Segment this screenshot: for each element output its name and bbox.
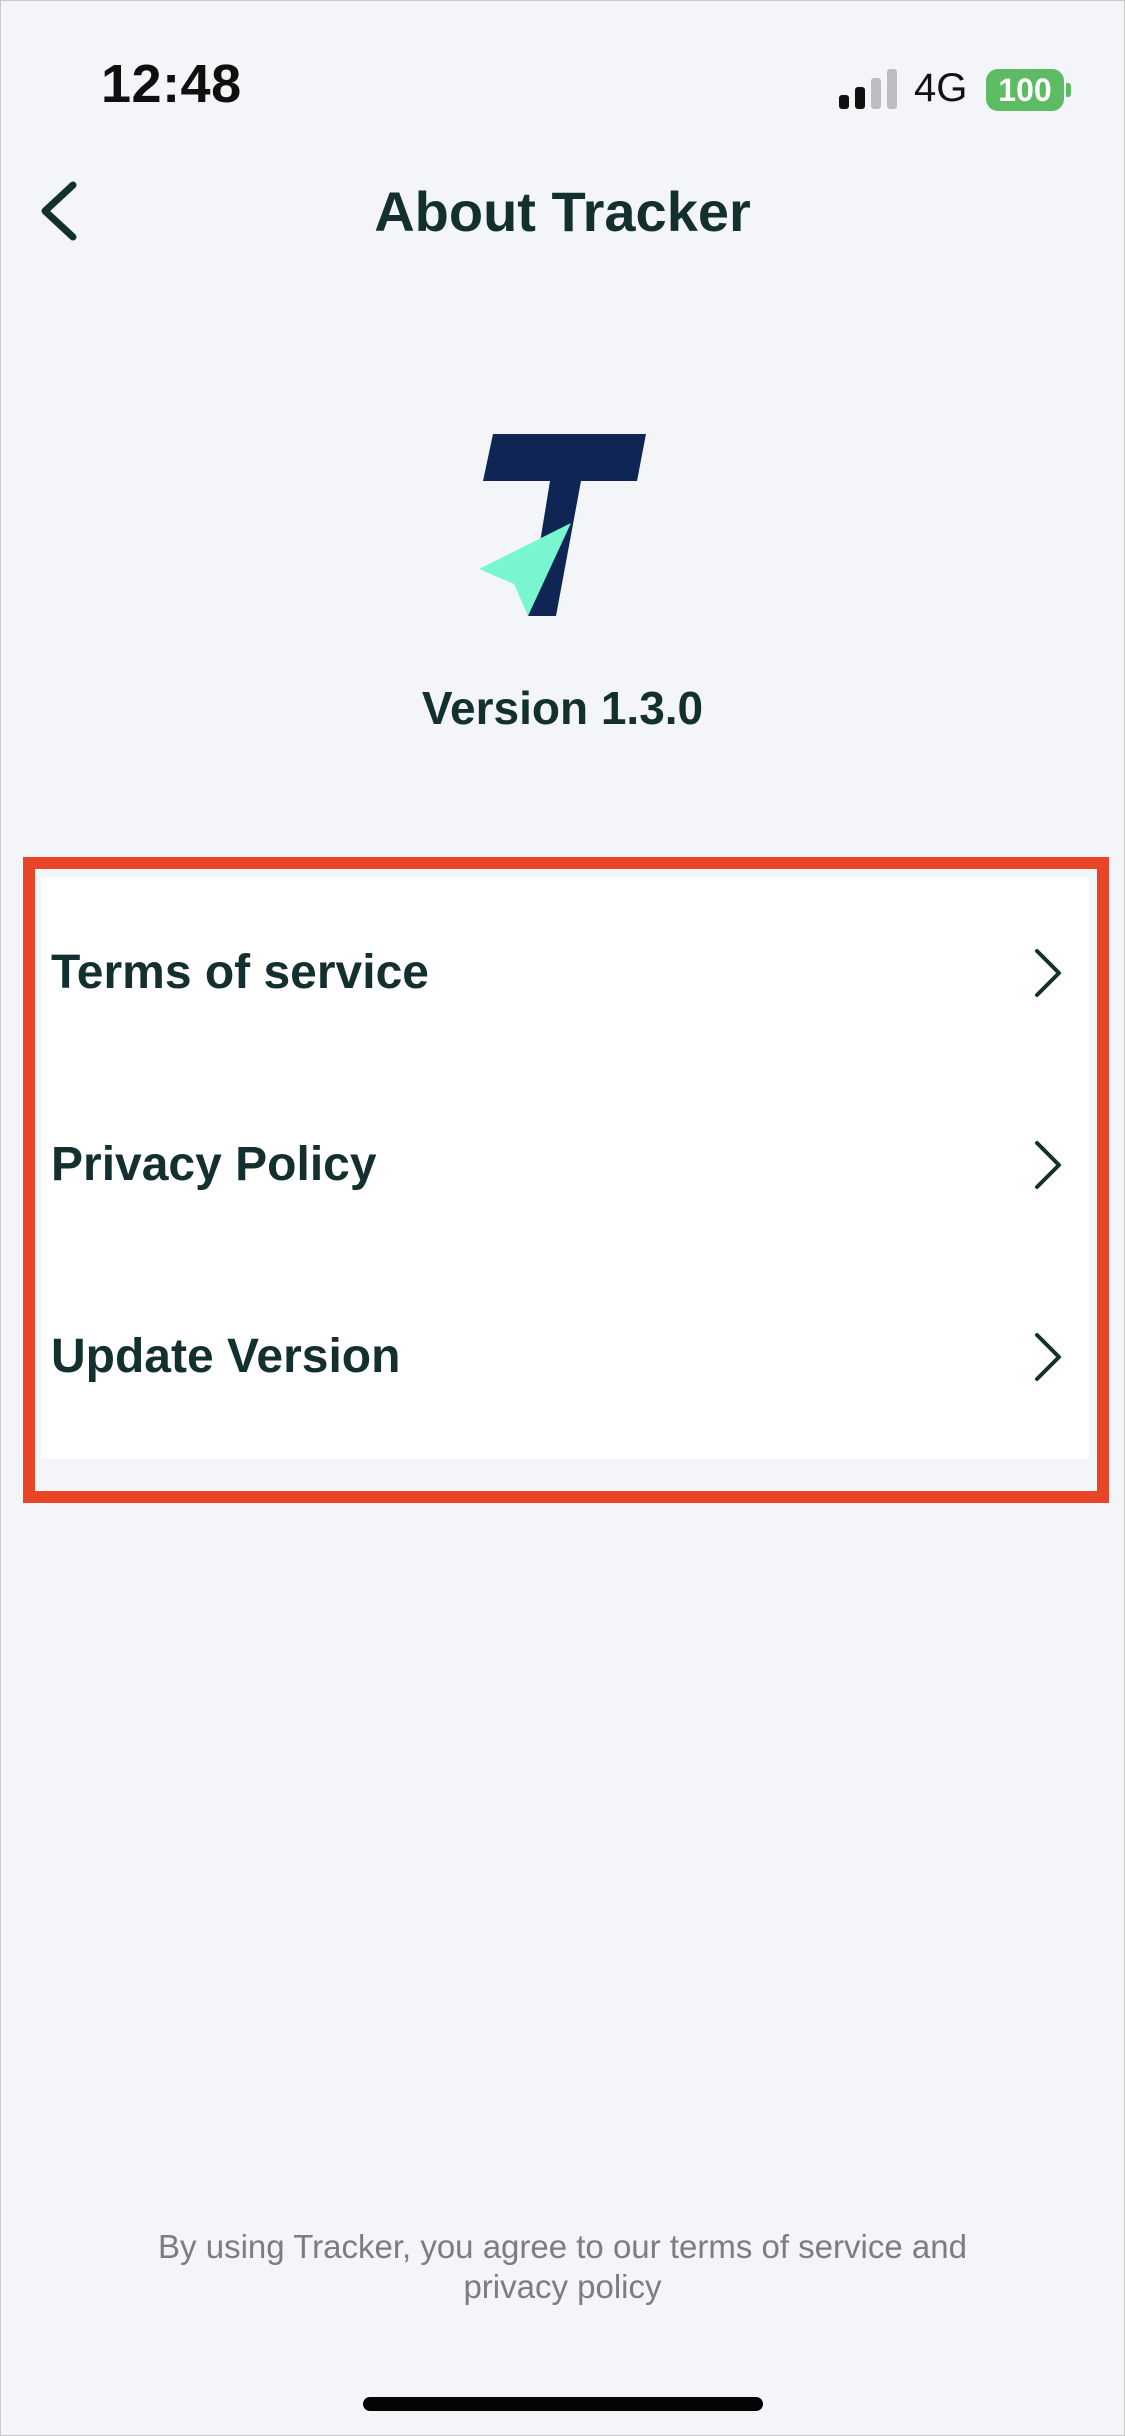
menu-highlight-box xyxy=(23,857,1109,1503)
status-time: 12:48 xyxy=(101,54,242,114)
version-label: Version 1.3.0 xyxy=(421,682,704,734)
page-title: About Tracker xyxy=(374,180,751,243)
footer-note-line-1: By using Tracker, you agree to our terms… xyxy=(158,2228,967,2265)
footer-note: By using Tracker, you agree to our terms… xyxy=(101,2227,1024,2307)
home-indicator[interactable] xyxy=(363,2397,763,2411)
tracker-logo-icon xyxy=(479,434,646,616)
about-screen: 12:48 4G 100 About Tracker Version 1.3.0… xyxy=(0,0,1125,2436)
signal-bars-icon xyxy=(839,69,897,109)
footer-note-line-2: privacy policy xyxy=(463,2268,662,2305)
network-type: 4G xyxy=(914,66,968,110)
battery-tip xyxy=(1066,83,1071,97)
battery-level: 100 xyxy=(986,69,1064,111)
battery-icon: 100 xyxy=(986,69,1071,111)
